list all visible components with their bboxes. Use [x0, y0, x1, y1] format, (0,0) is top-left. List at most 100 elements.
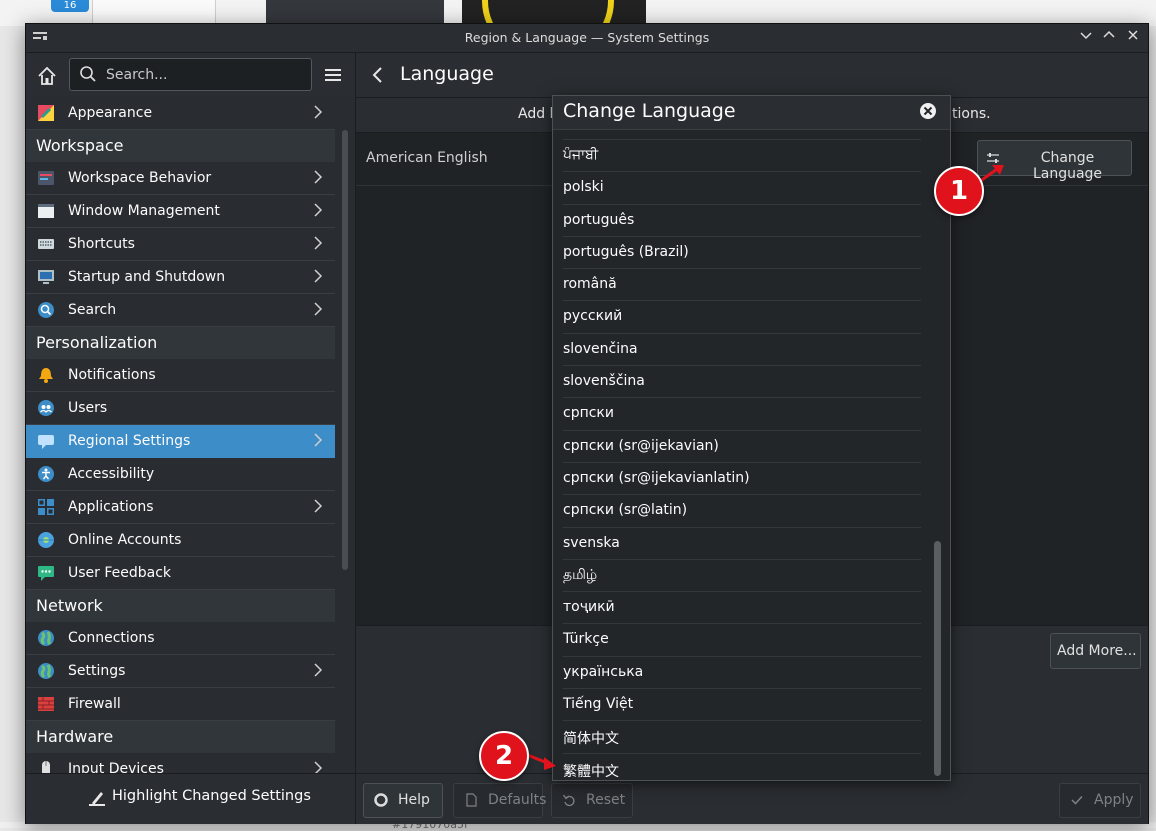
reset-button[interactable]: Reset: [551, 783, 633, 818]
language-option[interactable]: русский: [563, 301, 921, 334]
language-option[interactable]: português (Brazil): [563, 237, 921, 270]
bell-icon: [39, 368, 53, 383]
language-option[interactable]: slovenščina: [563, 366, 921, 399]
sidebar-item-shortcuts[interactable]: Shortcuts: [26, 228, 335, 261]
sidebar-category: Personalization: [26, 327, 335, 359]
chevron-down-icon: [1080, 32, 1092, 40]
sidebar-item-window-management[interactable]: Window Management: [26, 195, 335, 228]
sidebar-item-users[interactable]: Users: [26, 392, 335, 425]
annotation-marker-2: 2: [479, 731, 529, 781]
language-option[interactable]: português: [563, 205, 921, 237]
back-arrow-icon[interactable]: [370, 65, 384, 85]
language-option-label: Türkçe: [563, 631, 609, 648]
sidebar-item-label: Search: [68, 302, 117, 318]
hamburger-menu-icon[interactable]: [323, 65, 343, 85]
language-option-label: română: [563, 276, 617, 293]
language-option-label: slovenščina: [563, 373, 645, 390]
language-option-label: српски (sr@ijekavian): [563, 437, 719, 454]
language-list[interactable]: ਪੰਜਾਬੀ polski português português (Brazil) r…: [553, 129, 933, 780]
chevron-up-icon: [1103, 30, 1115, 38]
info-message-end: tions.: [952, 106, 991, 122]
sidebar-item-online-accounts[interactable]: Online Accounts: [26, 524, 335, 557]
sidebar-item-user-feedback[interactable]: User Feedback: [26, 557, 335, 590]
info-message-start: Add l: [518, 106, 554, 122]
close-circle-icon[interactable]: [919, 102, 937, 120]
language-option[interactable]: română: [563, 269, 921, 302]
sidebar-item-settings[interactable]: Settings: [26, 655, 335, 688]
minimize-button[interactable]: [1076, 28, 1096, 48]
online-accounts-icon: [38, 532, 54, 548]
language-option[interactable]: தமிழ்: [563, 560, 921, 593]
language-option[interactable]: Tiếng Việt: [563, 689, 921, 722]
sidebar-item-label: Online Accounts: [68, 532, 182, 548]
dialog-scrollbar[interactable]: [934, 541, 941, 776]
sidebar-item-label: Applications: [68, 499, 154, 515]
language-option[interactable]: slovenčina: [563, 334, 921, 367]
sidebar-item-notifications[interactable]: Notifications: [26, 359, 335, 392]
annotation-marker-1: 1: [934, 166, 984, 216]
language-option[interactable]: српски (sr@ijekavianlatin): [563, 463, 921, 496]
sidebar-item-startup-and-shutdown[interactable]: Startup and Shutdown: [26, 261, 335, 294]
language-option[interactable]: svenska: [563, 528, 921, 560]
highlight-changed-settings-label: Highlight Changed Settings: [112, 788, 311, 804]
keyboard-icon: [38, 239, 54, 249]
sidebar-item-search[interactable]: Search: [26, 294, 335, 327]
language-option[interactable]: 繁體中文: [563, 754, 921, 780]
close-icon: [1128, 30, 1138, 40]
search-box[interactable]: [69, 58, 312, 91]
applications-icon: [38, 499, 54, 515]
users-icon: [38, 400, 54, 416]
startup-icon: [38, 270, 54, 284]
add-more-button[interactable]: Add More...: [1050, 633, 1141, 669]
chevron-right-icon: [314, 499, 323, 513]
maximize-button[interactable]: [1099, 28, 1119, 48]
help-label: Help: [398, 792, 430, 808]
list-item[interactable]: [563, 129, 921, 140]
undo-icon: [562, 794, 575, 807]
help-button[interactable]: Help: [363, 783, 443, 818]
title-bar[interactable]: Region & Language — System Settings: [26, 24, 1148, 53]
sidebar-item-label: Workspace Behavior: [68, 170, 212, 186]
language-option-label: Tiếng Việt: [563, 696, 634, 713]
dialog-title: Change Language: [563, 100, 736, 122]
sidebar-item-workspace-behavior[interactable]: Workspace Behavior: [26, 162, 335, 195]
apply-button[interactable]: Apply: [1059, 783, 1141, 818]
language-option[interactable]: српски (sr@ijekavian): [563, 431, 921, 463]
language-option[interactable]: ਪੰਜਾਬੀ: [563, 140, 921, 173]
sidebar-item-label: Regional Settings: [68, 433, 191, 449]
sidebar: Appearance Workspace Workspace Behavior Win…: [26, 53, 356, 824]
language-option[interactable]: Türkçe: [563, 624, 921, 657]
defaults-button[interactable]: Defaults: [453, 783, 546, 818]
appearance-icon: [38, 105, 54, 121]
language-option[interactable]: српски (sr@latin): [563, 495, 921, 528]
language-option[interactable]: српски: [563, 398, 921, 431]
sidebar-item-connections[interactable]: Connections: [26, 622, 335, 655]
language-option[interactable]: polski: [563, 172, 921, 205]
sidebar-item-label: Appearance: [68, 105, 153, 121]
language-option[interactable]: тоҷикӣ: [563, 592, 921, 625]
sidebar-item-accessibility[interactable]: Accessibility: [26, 458, 335, 491]
add-more-label: Add More...: [1057, 643, 1137, 659]
chevron-right-icon: [314, 302, 323, 316]
search-icon: [80, 66, 96, 82]
language-option[interactable]: українська: [563, 657, 921, 690]
sidebar-item-applications[interactable]: Applications: [26, 491, 335, 524]
help-icon: [374, 793, 388, 807]
language-option-label: српски (sr@latin): [563, 502, 688, 519]
chevron-right-icon: [314, 236, 323, 250]
home-icon[interactable]: [36, 65, 58, 87]
sidebar-item-label: Accessibility: [68, 466, 155, 482]
search-input[interactable]: [104, 64, 308, 86]
sidebar-item-appearance[interactable]: Appearance: [26, 97, 335, 130]
sidebar-category: Workspace: [26, 130, 335, 162]
sidebar-item-firewall[interactable]: Firewall: [26, 688, 335, 721]
highlight-changed-settings-button[interactable]: Highlight Changed Settings: [88, 788, 311, 810]
language-option-label: тоҷикӣ: [563, 599, 615, 616]
sidebar-category: Hardware: [26, 721, 335, 753]
sidebar-scrollbar[interactable]: [342, 130, 348, 570]
sidebar-item-regional-settings[interactable]: Regional Settings: [26, 425, 335, 458]
language-option[interactable]: 简体中文: [563, 721, 921, 754]
sidebar-footer: Highlight Changed Settings: [26, 773, 355, 824]
feedback-icon: [38, 566, 54, 581]
close-button[interactable]: [1123, 28, 1143, 48]
